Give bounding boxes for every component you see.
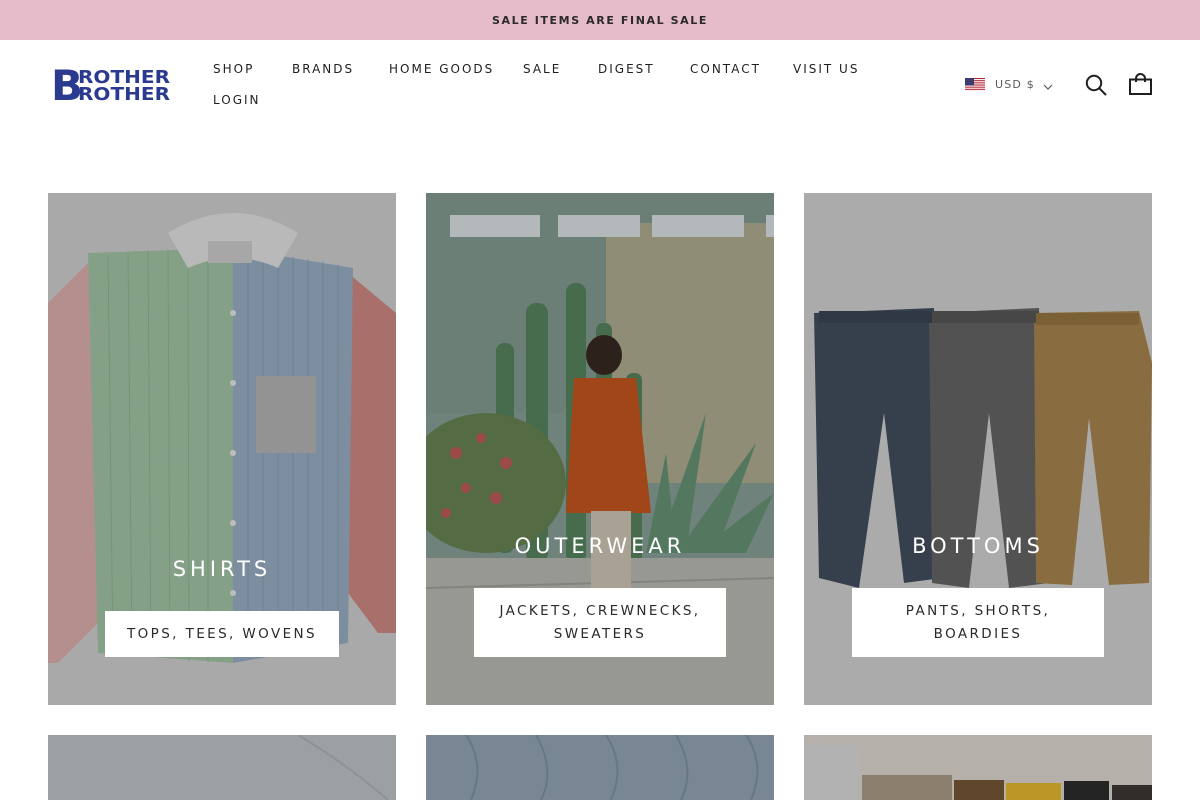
currency-selector[interactable]: USD $	[965, 76, 1053, 92]
collection-tile-bottoms[interactable]: BOTTOMS PANTS, SHORTS, BOARDIES	[804, 193, 1152, 705]
tile-title-outerwear: OUTERWEAR	[514, 534, 686, 558]
tile-button-bottoms[interactable]: PANTS, SHORTS, BOARDIES	[852, 588, 1104, 657]
collection-tile-shirts[interactable]: SHIRTS TOPS, TEES, WOVENS	[48, 193, 396, 705]
chevron-down-icon	[1043, 75, 1053, 94]
tile-button-outerwear[interactable]: JACKETS, CREWNECKS, SWEATERS	[474, 588, 726, 657]
tile-button-shirts[interactable]: TOPS, TEES, WOVENS	[105, 611, 339, 657]
tile-title-shirts: SHIRTS	[172, 557, 272, 581]
nav-brands[interactable]: BRANDS	[292, 62, 354, 76]
collection-tile-row2-3[interactable]	[804, 735, 1152, 800]
nav-digest[interactable]: DIGEST	[598, 62, 655, 76]
nav-contact[interactable]: CONTACT	[690, 62, 761, 76]
tile-overlay	[48, 735, 396, 800]
brand-logo-line2: ROTHER	[78, 85, 171, 103]
announcement-bar: SALE ITEMS ARE FINAL SALE	[0, 0, 1200, 40]
tile-overlay	[804, 735, 1152, 800]
nav-sale[interactable]: SALE	[523, 62, 561, 76]
shopping-bag-icon[interactable]	[1129, 73, 1152, 99]
tile-title-bottoms: BOTTOMS	[912, 534, 1044, 558]
nav-shop[interactable]: SHOP	[213, 62, 254, 76]
collection-tile-outerwear[interactable]: OUTERWEAR JACKETS, CREWNECKS, SWEATERS	[426, 193, 774, 705]
announcement-text: SALE ITEMS ARE FINAL SALE	[491, 13, 709, 27]
nav-login[interactable]: LOGIN	[213, 93, 261, 107]
us-flag-icon	[965, 77, 985, 91]
nav-visit-us[interactable]: VISIT US	[793, 62, 859, 76]
site-header: B ROTHER ROTHER SHOP BRANDS HOME GOODS S…	[0, 40, 1200, 140]
collection-tile-row2-1[interactable]	[48, 735, 396, 800]
brand-logo[interactable]: B ROTHER ROTHER	[51, 61, 173, 110]
collection-tile-row2-2[interactable]	[426, 735, 774, 800]
brand-logo-mark: B ROTHER ROTHER	[51, 61, 171, 110]
currency-label: USD $	[995, 77, 1035, 91]
tile-overlay	[426, 735, 774, 800]
nav-home-goods[interactable]: HOME GOODS	[389, 62, 494, 76]
search-icon[interactable]	[1085, 74, 1107, 100]
